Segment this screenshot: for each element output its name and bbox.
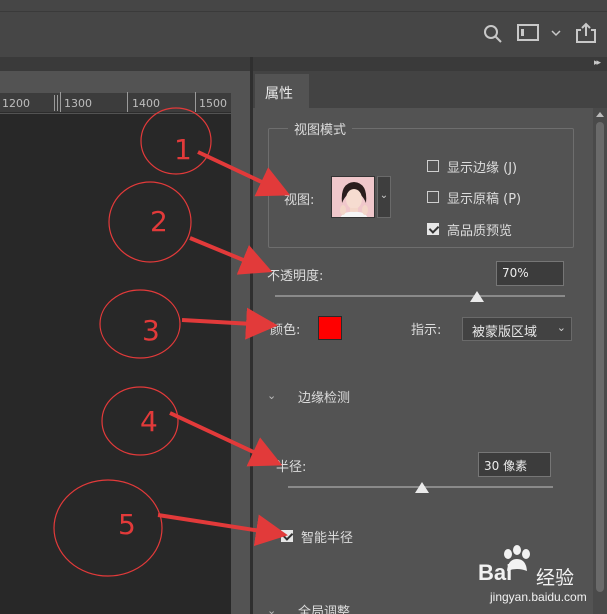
view-mode-title: 视图模式 — [288, 119, 353, 138]
chevron-down-icon[interactable] — [551, 30, 561, 38]
workspace-layout-icon[interactable] — [517, 24, 539, 42]
high-quality-preview-checkbox[interactable] — [427, 223, 439, 235]
tab-properties[interactable]: 属性 — [255, 74, 309, 108]
smart-radius-checkbox[interactable] — [281, 530, 293, 542]
ruler-label: 1300 — [64, 97, 92, 110]
view-label: 视图: — [284, 193, 315, 208]
panel-tab-row: 属性 — [253, 71, 607, 108]
ruler-label: 1500 — [199, 97, 227, 110]
view-thumbnail[interactable] — [331, 176, 375, 218]
global-refine-title[interactable]: 全局调整 — [298, 601, 350, 614]
global-refine-chevron-icon[interactable]: ⌄ — [267, 604, 276, 614]
show-edge-label: 显示边缘 (J) — [447, 161, 518, 176]
color-label: 颜色: — [270, 323, 301, 338]
collapse-panels-icon[interactable]: ▸▸ — [594, 58, 601, 68]
document-area: 1200 1300 1400 1500 — [0, 71, 250, 614]
show-edge-checkbox[interactable] — [427, 160, 439, 172]
smart-radius-label: 智能半径 — [301, 531, 354, 546]
baidu-jingyan-watermark: Bai 经验 jingyan.baidu.com — [470, 545, 600, 610]
panel-scrollbar[interactable] — [593, 108, 607, 614]
opacity-slider-thumb[interactable] — [470, 291, 484, 302]
edge-detection-title[interactable]: 边缘检测 — [298, 387, 350, 406]
opacity-input[interactable]: 70% — [496, 261, 564, 286]
radius-label: 半径: — [276, 460, 307, 475]
options-bar-divider — [0, 11, 607, 12]
ruler-label: 1400 — [132, 97, 160, 110]
show-original-label: 显示原稿 (P) — [447, 192, 522, 207]
options-bar — [0, 0, 607, 57]
share-icon[interactable] — [575, 22, 597, 44]
indicate-select[interactable]: 被蒙版区域 ⌄ — [462, 317, 572, 341]
high-quality-preview-label: 高品质预览 — [447, 224, 513, 239]
chevron-down-icon: ⌄ — [556, 321, 566, 334]
portrait-thumbnail-icon — [332, 177, 374, 217]
watermark-brand: Bai — [478, 560, 513, 585]
panel-scrollbar-thumb[interactable] — [596, 122, 604, 592]
indicate-select-value: 被蒙版区域 — [472, 325, 538, 340]
scroll-up-icon[interactable] — [596, 112, 604, 117]
radius-input[interactable]: 30 像素 — [478, 452, 551, 477]
search-icon[interactable] — [483, 24, 503, 44]
view-mode-dropdown-button[interactable]: ⌄ — [377, 176, 391, 218]
ruler-label: 1200 — [2, 97, 30, 110]
show-original-checkbox[interactable] — [427, 191, 439, 203]
watermark-url: jingyan.baidu.com — [490, 590, 587, 604]
indicate-label: 指示: — [411, 323, 442, 338]
canvas-scroll-gutter — [231, 93, 250, 614]
radius-slider-thumb[interactable] — [415, 482, 429, 493]
view-mode-group — [268, 128, 574, 248]
properties-panel: 属性 视图模式 视图: ⌄ 显示边缘 (J) 显示原稿 (P) 高品质预览 不透… — [253, 71, 607, 614]
opacity-label: 不透明度: — [267, 269, 324, 284]
horizontal-ruler: 1200 1300 1400 1500 — [0, 92, 231, 113]
image-canvas[interactable] — [0, 114, 231, 614]
panel-header-strip — [0, 57, 607, 71]
opacity-slider-track[interactable] — [275, 295, 565, 297]
edge-detection-chevron-icon[interactable]: ⌄ — [267, 389, 276, 402]
watermark-brand-suffix: 经验 — [536, 568, 575, 589]
overlay-color-swatch[interactable] — [318, 316, 342, 340]
